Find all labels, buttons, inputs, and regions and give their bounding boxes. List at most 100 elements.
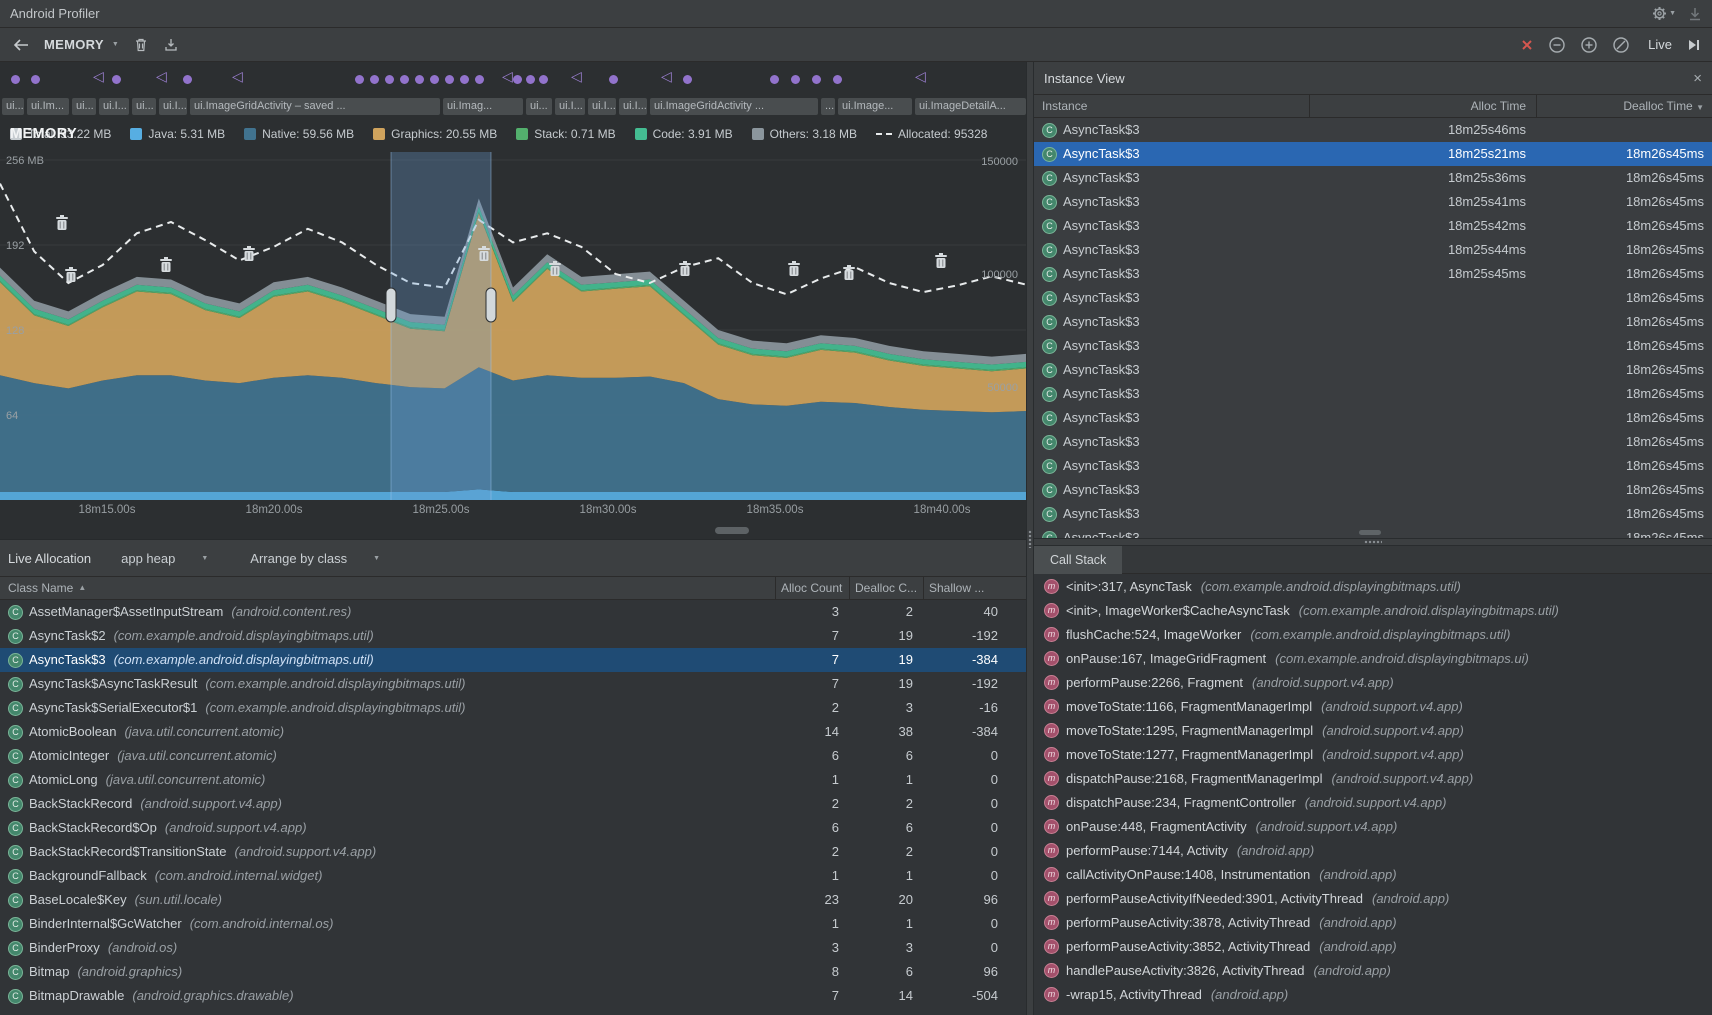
call-stack-frame[interactable]: mflushCache:524, ImageWorker(com.example… — [1034, 622, 1712, 646]
table-row[interactable]: CAsyncTask$AsyncTaskResult(com.example.a… — [0, 672, 1026, 696]
table-row[interactable]: CBinderInternal$GcWatcher(com.android.in… — [0, 912, 1026, 936]
table-row[interactable]: CBackgroundFallback(com.android.internal… — [0, 864, 1026, 888]
event-dot-icon[interactable] — [513, 75, 522, 84]
instance-row[interactable]: CAsyncTask$318m26s45ms — [1034, 406, 1712, 430]
event-triangle-icon[interactable]: ◁ — [915, 69, 926, 83]
table-row[interactable]: CBackStackRecord$TransitionState(android… — [0, 840, 1026, 864]
call-stack-frame[interactable]: mperformPauseActivity:3878, ActivityThre… — [1034, 910, 1712, 934]
reset-zoom-button[interactable] — [1612, 36, 1630, 54]
garbage-collect-button[interactable] — [133, 37, 149, 53]
table-row[interactable]: CAsyncTask$SerialExecutor$1(com.example.… — [0, 696, 1026, 720]
activity-segment[interactable]: ui.I... — [159, 98, 187, 115]
call-stack-frame[interactable]: mperformPauseActivity:3852, ActivityThre… — [1034, 934, 1712, 958]
back-button[interactable] — [12, 37, 30, 53]
event-triangle-icon[interactable]: ◁ — [232, 69, 243, 83]
event-dot-icon[interactable] — [475, 75, 484, 84]
call-stack-frame[interactable]: mperformPause:7144, Activity(android.app… — [1034, 838, 1712, 862]
instance-hscrollbar[interactable] — [1359, 530, 1381, 535]
skip-to-live-button[interactable] — [1686, 38, 1700, 52]
column-header-shallow-size[interactable]: Shallow ... — [923, 577, 1026, 599]
event-dot-icon[interactable] — [833, 75, 842, 84]
table-row[interactable]: CAtomicInteger(java.util.concurrent.atom… — [0, 744, 1026, 768]
table-row[interactable]: CAssetManager$AssetInputStream(android.c… — [0, 600, 1026, 624]
event-dot-icon[interactable] — [526, 75, 535, 84]
arrange-dropdown[interactable]: Arrange by class ▼ — [250, 551, 380, 566]
event-timeline[interactable]: ◁◁◁◁◁◁◁ — [0, 62, 1026, 96]
activity-segment[interactable]: ui.ImageGridActivity ... — [650, 98, 818, 115]
close-icon[interactable]: × — [1693, 70, 1702, 87]
event-dot-icon[interactable] — [183, 75, 192, 84]
table-row[interactable]: CAtomicBoolean(java.util.concurrent.atom… — [0, 720, 1026, 744]
column-header-dealloc-time[interactable]: Dealloc Time ▼ — [1536, 95, 1712, 117]
event-dot-icon[interactable] — [445, 75, 454, 84]
event-dot-icon[interactable] — [415, 75, 424, 84]
instance-row[interactable]: CAsyncTask$318m26s45ms — [1034, 310, 1712, 334]
activity-segment[interactable]: ui.I... — [555, 98, 585, 115]
timeline-scrollbar[interactable] — [0, 522, 1026, 540]
instance-row[interactable]: CAsyncTask$318m25s41ms18m26s45ms — [1034, 190, 1712, 214]
vertical-splitter[interactable] — [1026, 62, 1034, 1015]
column-header-alloc-count[interactable]: Alloc Count — [775, 577, 849, 599]
event-dot-icon[interactable] — [812, 75, 821, 84]
export-heap-dump-button[interactable] — [163, 37, 179, 53]
activity-timeline[interactable]: ui...ui.Im...ui...ui.I...ui...ui.I...ui.… — [0, 96, 1026, 118]
activity-segment[interactable]: ui... — [526, 98, 552, 115]
call-stack-frame[interactable]: m-wrap15, ActivityThread(android.app) — [1034, 982, 1712, 1006]
activity-segment[interactable]: ... — [821, 98, 835, 115]
instance-row[interactable]: CAsyncTask$318m25s36ms18m26s45ms — [1034, 166, 1712, 190]
activity-segment[interactable]: ui.ImageDetailA... — [915, 98, 1026, 115]
instance-row[interactable]: CAsyncTask$318m26s45ms — [1034, 454, 1712, 478]
call-stack-frame[interactable]: m<init>, ImageWorker$CacheAsyncTask(com.… — [1034, 598, 1712, 622]
table-row[interactable]: CAsyncTask$3(com.example.android.display… — [0, 648, 1026, 672]
call-stack-frame[interactable]: mdispatchPause:234, FragmentController(a… — [1034, 790, 1712, 814]
event-triangle-icon[interactable]: ◁ — [661, 69, 672, 83]
instance-row[interactable]: CAsyncTask$318m25s42ms18m26s45ms — [1034, 214, 1712, 238]
table-row[interactable]: CAsyncTask$2(com.example.android.display… — [0, 624, 1026, 648]
profiler-type-dropdown[interactable]: MEMORY ▼ — [44, 37, 119, 52]
activity-segment[interactable]: ui.Im... — [27, 98, 69, 115]
table-row[interactable]: CAtomicLong(java.util.concurrent.atomic)… — [0, 768, 1026, 792]
tab-call-stack[interactable]: Call Stack — [1034, 546, 1122, 574]
event-dot-icon[interactable] — [31, 75, 40, 84]
call-stack-frame[interactable]: m<init>:317, AsyncTask(com.example.andro… — [1034, 574, 1712, 598]
table-row[interactable]: CBackStackRecord(android.support.v4.app)… — [0, 792, 1026, 816]
call-stack-frame[interactable]: mmoveToState:1277, FragmentManagerImpl(a… — [1034, 742, 1712, 766]
activity-segment[interactable]: ui.I... — [99, 98, 129, 115]
event-dot-icon[interactable] — [460, 75, 469, 84]
column-header-instance[interactable]: Instance — [1034, 95, 1309, 117]
call-stack-frame[interactable]: mmoveToState:1295, FragmentManagerImpl(a… — [1034, 718, 1712, 742]
call-stack-frame[interactable]: mperformPause:2266, Fragment(android.sup… — [1034, 670, 1712, 694]
event-dot-icon[interactable] — [683, 75, 692, 84]
table-row[interactable]: CBackStackRecord$Op(android.support.v4.a… — [0, 816, 1026, 840]
column-header-alloc-time[interactable]: Alloc Time — [1309, 95, 1536, 117]
activity-segment[interactable]: ui.Imag... — [443, 98, 523, 115]
zoom-in-button[interactable] — [1580, 36, 1598, 54]
instance-row[interactable]: CAsyncTask$318m25s45ms18m26s45ms — [1034, 262, 1712, 286]
column-header-class-name[interactable]: Class Name ▲ — [0, 577, 775, 599]
call-stack-frame[interactable]: mcallActivityOnPause:1408, Instrumentati… — [1034, 862, 1712, 886]
instance-row[interactable]: CAsyncTask$318m25s21ms18m26s45ms — [1034, 142, 1712, 166]
event-triangle-icon[interactable]: ◁ — [502, 69, 513, 83]
scrollbar-handle[interactable] — [715, 527, 749, 534]
event-triangle-icon[interactable]: ◁ — [156, 69, 167, 83]
event-dot-icon[interactable] — [400, 75, 409, 84]
call-stack-frame[interactable]: mperformPauseActivityIfNeeded:3901, Acti… — [1034, 886, 1712, 910]
call-stack-frame[interactable]: mdispatchPause:2168, FragmentManagerImpl… — [1034, 766, 1712, 790]
activity-segment[interactable]: ui... — [72, 98, 96, 115]
heap-dropdown[interactable]: app heap ▼ — [121, 551, 208, 566]
instance-row[interactable]: CAsyncTask$318m25s46ms — [1034, 118, 1712, 142]
instance-row[interactable]: CAsyncTask$318m25s44ms18m26s45ms — [1034, 238, 1712, 262]
instance-row[interactable]: CAsyncTask$318m26s45ms — [1034, 358, 1712, 382]
call-stack-frame[interactable]: monPause:448, FragmentActivity(android.s… — [1034, 814, 1712, 838]
download-icon[interactable] — [1688, 7, 1702, 21]
call-stack-frame[interactable]: mhandlePauseActivity:3826, ActivityThrea… — [1034, 958, 1712, 982]
instance-row[interactable]: CAsyncTask$318m26s45ms — [1034, 382, 1712, 406]
event-dot-icon[interactable] — [770, 75, 779, 84]
event-dot-icon[interactable] — [385, 75, 394, 84]
event-dot-icon[interactable] — [791, 75, 800, 84]
table-row[interactable]: CBinderProxy(android.os)330 — [0, 936, 1026, 960]
event-dot-icon[interactable] — [370, 75, 379, 84]
column-header-dealloc-count[interactable]: Dealloc C... — [849, 577, 923, 599]
instance-row[interactable]: CAsyncTask$318m26s45ms — [1034, 478, 1712, 502]
table-row[interactable]: CBaseLocale$Key(sun.util.locale)232096 — [0, 888, 1026, 912]
